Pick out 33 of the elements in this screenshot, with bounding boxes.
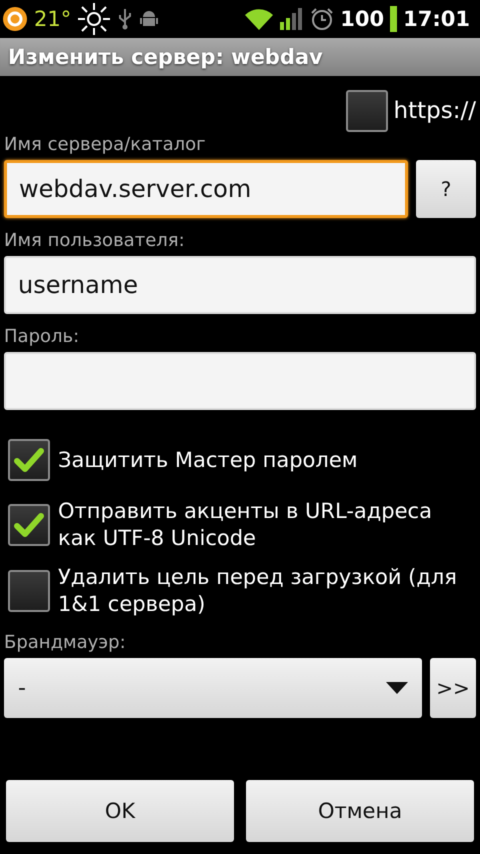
- https-label: https://: [394, 98, 476, 124]
- field-label: Имя пользователя:: [4, 230, 186, 252]
- sun-icon: [77, 2, 112, 36]
- option-label: Удалить цель перед загрузкой (для 1&1 сервера): [58, 564, 458, 618]
- option-label: Защитить Мастер паролем: [58, 446, 358, 474]
- checkbox[interactable]: [8, 570, 50, 612]
- temperature: 21°: [34, 7, 72, 31]
- battery-level: 100: [340, 7, 384, 31]
- checkbox[interactable]: [346, 90, 388, 132]
- cancel-button[interactable]: Отмена: [246, 780, 474, 842]
- field-label: Брандмауэр:: [4, 632, 127, 654]
- firewall-dropdown[interactable]: -: [4, 658, 422, 718]
- text-field[interactable]: webdav.server.com: [4, 160, 408, 218]
- text-field[interactable]: username: [4, 256, 476, 314]
- alarm-clock-icon: [310, 7, 334, 31]
- help-button[interactable]: ?: [416, 160, 476, 218]
- signal-icon: [280, 8, 304, 30]
- more-button[interactable]: >>: [430, 658, 476, 718]
- option-label: Отправить акценты в URL-адреса как UTF-8 Unicode: [58, 498, 433, 552]
- weather-app-icon: [2, 6, 28, 32]
- clock: 17:01: [403, 7, 470, 31]
- text-field[interactable]: [4, 352, 476, 410]
- ok-button[interactable]: OK: [6, 780, 234, 842]
- wifi-icon: [244, 7, 274, 31]
- usb-icon: [117, 8, 134, 30]
- checkbox[interactable]: [8, 439, 50, 481]
- field-label: Пароль:: [4, 326, 80, 348]
- checkbox[interactable]: [8, 504, 50, 546]
- android-icon: [139, 9, 160, 29]
- battery-icon: [390, 6, 398, 32]
- dialog-title: Изменить сервер: webdav: [8, 45, 323, 69]
- field-label: Имя сервера/каталог: [4, 134, 207, 156]
- dropdown-arrow-icon: [386, 682, 408, 694]
